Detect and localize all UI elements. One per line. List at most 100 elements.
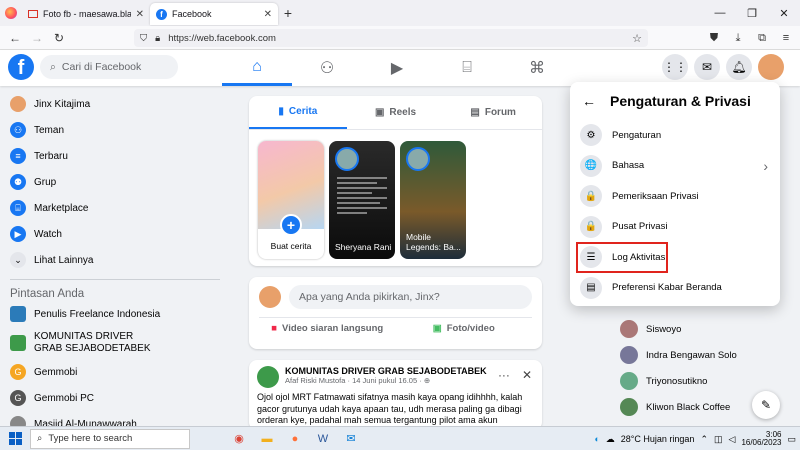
menu-item-feed-preferences[interactable]: ▤ Preferensi Kabar Beranda: [570, 273, 780, 304]
tray-chevron-icon[interactable]: ⌃: [700, 434, 708, 445]
search-input[interactable]: ⌕ Cari di Facebook: [40, 55, 178, 79]
more-options-icon[interactable]: ···: [498, 368, 510, 382]
close-window-button[interactable]: ✕: [768, 0, 800, 26]
clock[interactable]: 3:06 16/06/2023: [741, 430, 781, 448]
shortcut-item[interactable]: KOMUNITAS DRIVER GRAB SEJABODETABEK: [0, 327, 230, 359]
account-avatar[interactable]: [758, 54, 784, 80]
sidebar-item-see-more[interactable]: ⌄ Lihat Lainnya: [0, 247, 230, 273]
close-icon[interactable]: ✕: [522, 368, 532, 382]
sidebar-item-watch[interactable]: ▶ Watch: [0, 221, 230, 247]
file-explorer-icon[interactable]: ▬: [254, 428, 280, 450]
tab-label: Reels: [389, 107, 417, 118]
mail-icon[interactable]: ✉: [338, 428, 364, 450]
chrome-icon[interactable]: ◉: [226, 428, 252, 450]
messenger-icon[interactable]: ✉: [694, 54, 720, 80]
facebook-logo[interactable]: f: [8, 54, 34, 80]
shortcut-item[interactable]: G Gemmobi: [0, 359, 230, 385]
facebook-header: f ⌕ Cari di Facebook ⌂ ⚇ ▶ ⌸ ⌘ ⋮⋮ ✉ 🔔︎: [0, 50, 800, 86]
firefox-menu-button[interactable]: [0, 0, 22, 26]
avatar[interactable]: [259, 286, 281, 308]
address-bar[interactable]: ⛉ 🔒︎ https://web.facebook.com ☆: [134, 29, 648, 47]
volume-icon[interactable]: ◁: [729, 434, 736, 445]
contact-item[interactable]: Indra Bengawan Solo: [620, 342, 800, 368]
chevron-down-icon: ⌄: [10, 252, 26, 268]
shortcut-label: Gemmobi: [34, 366, 78, 378]
close-tab-icon[interactable]: ✕: [136, 9, 144, 20]
home-icon[interactable]: ⌂: [222, 50, 292, 86]
notification-center-icon[interactable]: ▭: [787, 434, 796, 445]
url-text[interactable]: https://web.facebook.com: [168, 33, 276, 44]
menu-item-activity-log[interactable]: ☰ Log Aktivitas: [576, 242, 668, 273]
pocket-icon[interactable]: ⛊: [706, 29, 722, 47]
tab-stories[interactable]: ▮ Cerita: [249, 96, 347, 129]
search-icon: ⌕: [37, 433, 43, 444]
tab-title: Foto fb - maesawa.black48@gmai: [43, 9, 131, 19]
back-arrow-icon[interactable]: ←: [582, 93, 596, 109]
reload-icon[interactable]: ↻: [48, 31, 70, 45]
story-author: Sheryana Rani: [335, 242, 392, 253]
firefox-icon[interactable]: ●: [282, 428, 308, 450]
minimize-button[interactable]: —: [704, 0, 736, 26]
back-icon[interactable]: ←: [4, 31, 26, 45]
feed-post: KOMUNITAS DRIVER GRAB SEJABODETABEK Afaf…: [249, 360, 542, 437]
start-button[interactable]: [0, 427, 30, 450]
photo-icon: ▣: [432, 323, 442, 334]
contact-item[interactable]: Siswoyo: [620, 316, 800, 342]
sidebar-item-label: Watch: [34, 228, 62, 240]
forward-icon[interactable]: →: [26, 31, 48, 45]
extensions-icon[interactable]: ⧉: [754, 29, 770, 47]
contact-item[interactable]: Triyonosutikno: [620, 368, 800, 394]
tab-foto-fb[interactable]: Foto fb - maesawa.black48@gmai ✕: [22, 3, 150, 25]
post-group-name[interactable]: KOMUNITAS DRIVER GRAB SEJABODETABEK: [285, 366, 487, 376]
sidebar-item-friends[interactable]: ⚇ Teman: [0, 117, 230, 143]
tab-reels[interactable]: ▣ Reels: [347, 96, 445, 129]
search-placeholder: Cari di Facebook: [61, 61, 142, 73]
menu-item-privacy-center[interactable]: 🔒 Pusat Privasi: [570, 212, 780, 243]
weather-text[interactable]: 28°C Hujan ringan: [621, 434, 695, 444]
maximize-button[interactable]: ❐: [736, 0, 768, 26]
group-icon: G: [10, 390, 26, 406]
notifications-icon[interactable]: 🔔︎: [726, 54, 752, 80]
menu-item-language[interactable]: 🌐 Bahasa ›: [570, 151, 780, 182]
sidebar-item-recent[interactable]: ≡ Terbaru: [0, 143, 230, 169]
tab-label: Forum: [484, 107, 516, 118]
story-card[interactable]: Sheryana Rani: [329, 141, 395, 259]
sidebar-item-groups[interactable]: ⚉ Grup: [0, 169, 230, 195]
menu-item-privacy-checkup[interactable]: 🔒 Pemeriksaan Privasi: [570, 181, 780, 212]
forum-icon: ▤: [470, 107, 480, 118]
shortcut-item[interactable]: Penulis Freelance Indonesia: [0, 301, 230, 327]
menu-item-label: Bahasa: [612, 160, 645, 172]
network-icon[interactable]: ◫: [714, 434, 723, 445]
new-tab-button[interactable]: +: [278, 5, 298, 21]
group-avatar[interactable]: [257, 366, 279, 388]
bookmark-star-icon[interactable]: ☆: [632, 32, 642, 45]
story-card[interactable]: Mobile Legends: Ba...: [400, 141, 466, 259]
gaming-icon[interactable]: ⌘: [502, 50, 572, 86]
new-message-button[interactable]: ✎: [752, 391, 780, 419]
avatar: [620, 320, 638, 338]
live-video-button[interactable]: ■ Video siaran langsung: [259, 323, 396, 334]
taskbar-search[interactable]: ⌕ Type here to search: [30, 428, 190, 449]
tab-forum[interactable]: ▤ Forum: [444, 96, 542, 129]
close-tab-icon[interactable]: ✕: [264, 9, 272, 20]
composer-input[interactable]: Apa yang Anda pikirkan, Jinx?: [289, 285, 532, 309]
create-story-card[interactable]: + Buat cerita: [258, 141, 324, 259]
sidebar-item-profile[interactable]: Jinx Kitajima: [0, 91, 230, 117]
windows-icon: [8, 432, 22, 445]
photo-video-button[interactable]: ▣ Foto/video: [396, 323, 533, 334]
friends-icon[interactable]: ⚇: [292, 50, 362, 86]
shortcut-item[interactable]: G Gemmobi PC: [0, 385, 230, 411]
sidebar-item-marketplace[interactable]: ⌸ Marketplace: [0, 195, 230, 221]
downloads-icon[interactable]: ⤓: [730, 29, 746, 47]
edge-icon[interactable]: ◐: [594, 434, 599, 444]
marketplace-icon[interactable]: ⌸: [432, 50, 502, 86]
menu-grid-icon[interactable]: ⋮⋮: [662, 54, 688, 80]
tab-facebook[interactable]: f Facebook ✕: [150, 3, 278, 25]
shield-icon[interactable]: ⛉: [140, 33, 147, 44]
watch-icon[interactable]: ▶: [362, 50, 432, 86]
menu-item-settings[interactable]: ⚙ Pengaturan: [570, 120, 780, 151]
lock-icon[interactable]: 🔒︎: [155, 33, 160, 44]
menu-icon[interactable]: ≡: [778, 29, 794, 47]
avatar: [406, 147, 430, 171]
word-icon[interactable]: W: [310, 428, 336, 450]
